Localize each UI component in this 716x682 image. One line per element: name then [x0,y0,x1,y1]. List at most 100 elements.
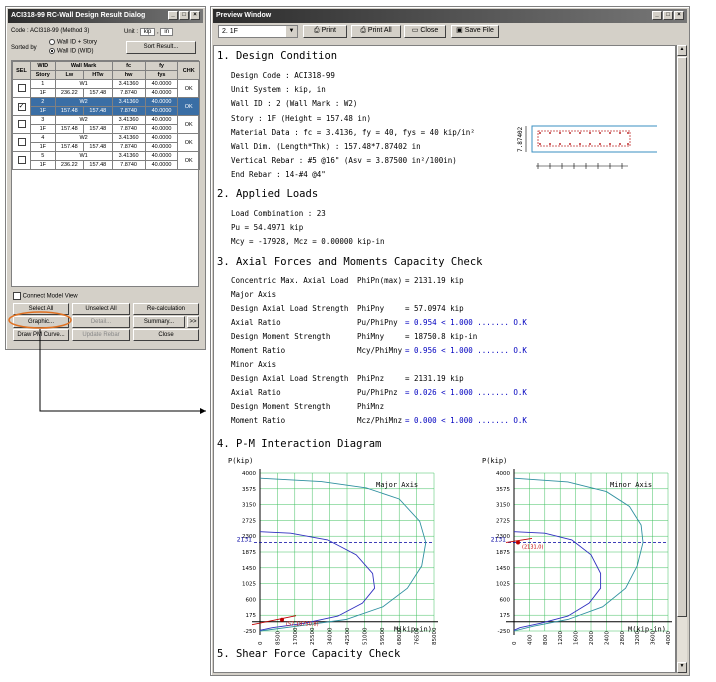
check-symbol: PhiMnz [357,402,385,411]
print-all-button[interactable]: ⎙ Print All [351,25,401,38]
check-symbol: PhiMny [357,332,385,341]
chart-xtick-label: 59500 [380,627,386,645]
check-label: Moment Ratio [231,416,286,425]
chart-ytick-label: -250 [244,629,257,635]
check-label: Design Axial Load Strength [231,374,349,383]
check-symbol: PhiPny [357,304,385,313]
check-label: Design Moment Strength [231,332,331,341]
floppy-icon: ▣ [456,27,463,34]
chart-xtick-label: 51000 [362,627,368,645]
printer-icon: ⎙ [314,27,320,34]
check-result: = 0.026 < 1.000 ....... O.K [405,388,527,397]
check-symbol: PhiPn(max) [357,276,403,285]
scroll-up-button[interactable]: ▲ [677,45,687,56]
minimize-icon[interactable]: _ [652,11,662,20]
chart-xtick-label: 1200 [558,631,564,645]
preview-document: 1. Design Condition Design Code : ACI318… [213,45,676,673]
save-file-button[interactable]: ▣ Save File [451,25,499,38]
chart-xtick-label: 2800 [620,631,626,645]
chart-ytick-label: 600 [500,597,511,603]
chart-xtick-label: 1600 [574,631,580,645]
chart-xtick-label: 17000 [293,627,299,645]
pm-interaction-charts: P(kip)4000357531502725230018751450102560… [228,457,672,645]
design-condition-line: Wall ID : 2 (Wall Mark : W2) [231,99,358,109]
check-label: Moment Ratio [231,346,286,355]
applied-load-line: Pu = 54.4971 kip [231,223,304,232]
chart-ytick-label: 175 [500,613,511,619]
chart-ytick-label: 4000 [496,471,510,477]
chart-ytick-label: 1875 [496,550,510,556]
chart-ytick-label: 600 [246,597,257,603]
chart-ytick-label: 1450 [242,566,256,572]
check-label: Axial Ratio [231,318,281,327]
check-symbol: PhiPnz [357,374,385,383]
chart-ytick-label: 4000 [242,471,256,477]
maximize-icon[interactable]: □ [663,11,673,20]
applied-load-line: Mcy = -17928, Mcz = 0.00000 kip-in [231,237,385,246]
chevron-down-icon[interactable]: ▼ [286,26,297,37]
check-result: = 0.000 < 1.000 ....... O.K [405,416,527,425]
check-label: Design Axial Load Strength [231,304,349,313]
chart-ytick-label: 1025 [496,582,510,588]
check-label: Axial Ratio [231,388,281,397]
chart-ylabel: P(kip) [228,457,253,465]
check-label: Design Moment Strength [231,402,331,411]
chart-xtick-label: 0 [258,641,264,645]
section-4-title: 4. P-M Interaction Diagram [217,438,382,450]
section-1-title: 1. Design Condition [217,50,338,62]
design-condition-line: Wall Dim. (Length*Thk) : 157.48*7.87402 … [231,142,421,151]
page-select[interactable]: 2. 1F ▼ [218,25,298,38]
chart-point-label: (57,18750.8) [286,622,319,628]
chart-series-line [259,477,427,632]
sketch-thickness-label: 7.87402 [517,126,524,152]
check-symbol: Pu/PhiPnz [357,388,398,397]
chart-ytick-label: 2725 [496,518,510,524]
chart-reference-label: 2131 [491,536,506,543]
preview-title: Preview Window [216,12,272,19]
chart-xtick-label: 8500 [275,631,281,645]
chart-ytick-label: 1025 [242,582,256,588]
chart-design-point [516,540,520,545]
chart-xtick-label: 4000 [666,631,672,645]
wall-section-sketch: 7.87402 [517,125,657,169]
check-label: Major Axis [231,290,277,299]
close-icon[interactable]: × [674,11,684,20]
scroll-thumb[interactable] [677,57,687,617]
scroll-down-button[interactable]: ▼ [677,662,687,673]
check-result: = 0.956 < 1.000 ....... O.K [405,346,527,355]
check-result: = 0.954 < 1.000 ....... O.K [405,318,527,327]
chart-ytick-label: 3575 [242,487,256,493]
chart-ytick-label: 2725 [242,518,256,524]
design-condition-line: Story : 1F (Height = 157.48 in) [231,113,371,123]
chart-xtick-label: 25500 [310,627,316,645]
chart-xtick-label: 34000 [328,627,334,645]
section-5-title: 5. Shear Force Capacity Check [217,648,401,660]
chart-xtick-label: 0 [512,641,518,645]
chart-ytick-label: 175 [246,613,257,619]
chart-design-point [280,617,284,622]
chart-ytick-label: 3150 [496,503,510,509]
check-result: = 2131.19 kip [405,374,464,383]
chart-title: Major Axis [376,481,418,489]
chart-xlabel: M(kip-in) [394,626,432,634]
chart-series-line [513,477,644,632]
chart-xtick-label: 2000 [589,631,595,645]
preview-window: Preview Window _ □ × 2. 1F ▼ ⎙ Print ⎙ Prin… [210,6,690,676]
check-symbol: Mcz/PhiMnz [357,416,403,425]
chart-xtick-label: 42500 [345,627,351,645]
chart-xlabel: M(kip-in) [628,626,666,634]
preview-close-button[interactable]: ▭ Close [404,25,446,38]
check-label: Concentric Max. Axial Load [231,276,349,285]
vertical-scrollbar[interactable]: ▲ ▼ [676,45,687,673]
print-button[interactable]: ⎙ Print [303,25,347,38]
check-label: Minor Axis [231,360,277,369]
check-result: = 57.0974 kip [405,304,464,313]
connector-arrow-head [200,408,206,414]
check-symbol: Pu/PhiPny [357,318,398,327]
printer-icon: ⎙ [360,27,366,34]
chart-ytick-label: 1875 [242,550,256,556]
design-condition-line: End Rebar : 14-#4 @4" [231,170,326,180]
check-symbol: Mcy/PhiMny [357,346,403,355]
preview-titlebar[interactable]: Preview Window _ □ × [213,9,687,23]
check-result: = 18750.8 kip-in [405,332,478,341]
